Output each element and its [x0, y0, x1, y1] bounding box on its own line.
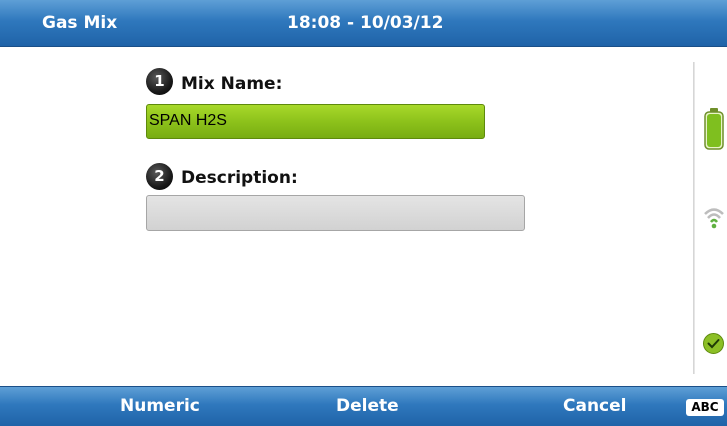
mix-name-label: Mix Name:: [181, 74, 283, 94]
status-column-divider: [693, 62, 695, 374]
step-2-badge: 2: [146, 163, 173, 190]
checkmark-icon: [703, 333, 724, 354]
softkey-bar: Numeric Delete Cancel ABC: [0, 386, 727, 426]
numeric-softkey[interactable]: Numeric: [120, 396, 200, 416]
description-input[interactable]: [146, 195, 525, 231]
step-1-badge: 1: [146, 68, 173, 95]
cancel-softkey[interactable]: Cancel: [563, 396, 626, 416]
wireless-signal-icon: [704, 208, 724, 229]
title-bar: Gas Mix 18:08 - 10/03/12: [0, 0, 727, 47]
screen-title: Gas Mix: [42, 13, 118, 33]
description-label: Description:: [181, 168, 298, 188]
gas-mix-screen: Gas Mix 18:08 - 10/03/12 1 Mix Name: SPA…: [0, 0, 727, 426]
battery-icon: [704, 108, 724, 150]
mix-name-input[interactable]: SPAN H2S: [146, 104, 485, 139]
date-time: 18:08 - 10/03/12: [287, 13, 444, 33]
delete-softkey[interactable]: Delete: [336, 396, 399, 416]
input-mode-badge[interactable]: ABC: [686, 399, 724, 416]
